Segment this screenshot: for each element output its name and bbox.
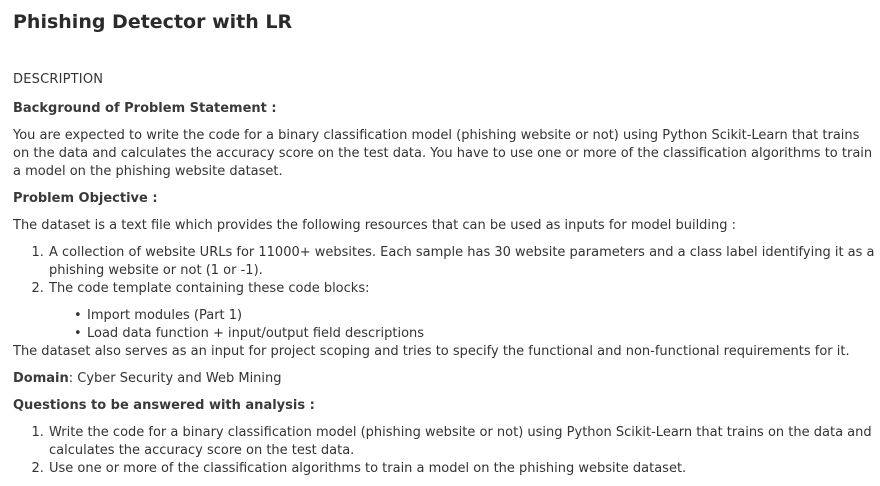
questions-heading: Questions to be answered with analysis : — [13, 398, 315, 413]
list-item-text: A collection of website URLs for 11000+ … — [49, 245, 875, 278]
objective-intro: The dataset is a text file which provide… — [13, 218, 737, 233]
domain-value: : Cyber Security and Web Mining — [68, 371, 282, 386]
objective-heading: Problem Objective : — [13, 191, 158, 206]
list-item: A collection of website URLs for 11000+ … — [48, 244, 875, 280]
code-blocks-list: Import modules (Part 1) Load data functi… — [49, 307, 875, 343]
questions-list: Write the code for a binary classificati… — [13, 424, 875, 478]
list-item: The code template containing these code … — [48, 280, 875, 343]
domain-label: Domain — [13, 371, 69, 386]
list-item: Use one or more of the classification al… — [48, 460, 875, 478]
list-item-text: The code template containing these code … — [49, 281, 370, 296]
list-item: Write the code for a binary classificati… — [48, 424, 875, 460]
description-content: DESCRIPTION Background of Problem Statem… — [13, 71, 875, 486]
list-item: Import modules (Part 1) — [74, 307, 875, 325]
objective-closing: The dataset also serves as an input for … — [13, 344, 850, 359]
objective-list: A collection of website URLs for 11000+ … — [13, 244, 875, 343]
page-title: Phishing Detector with LR — [13, 11, 293, 33]
background-text: You are expected to write the code for a… — [13, 128, 873, 179]
domain-line: Domain: Cyber Security and Web Mining — [13, 370, 875, 388]
background-heading: Background of Problem Statement : — [13, 101, 277, 116]
list-item: Load data function + input/output field … — [74, 325, 875, 343]
description-heading: DESCRIPTION — [13, 72, 104, 87]
